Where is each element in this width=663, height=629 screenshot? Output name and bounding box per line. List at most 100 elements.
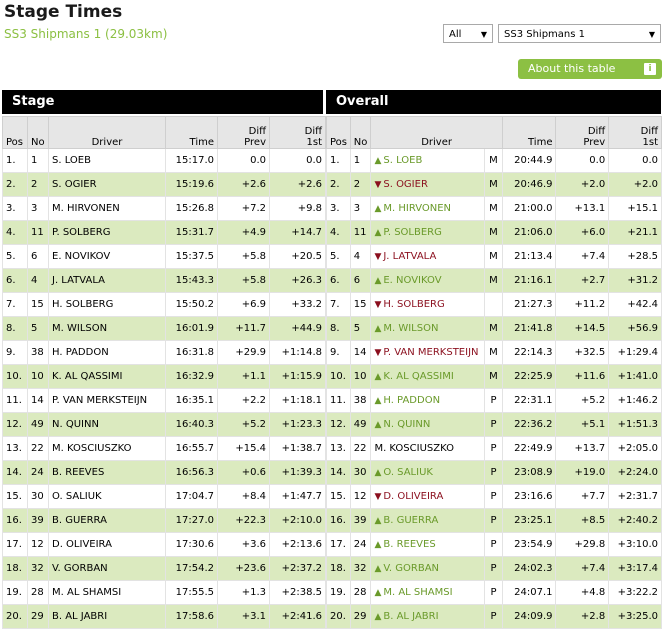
cell-no: 12	[349, 484, 372, 509]
cell-no: 29	[27, 604, 49, 629]
cell-prev: +4.8	[555, 580, 610, 605]
cell-time: 21:06.0	[501, 220, 557, 245]
driver-name: S. OGIER	[383, 179, 428, 190]
cell-driver[interactable]: B. REEVES	[48, 460, 166, 485]
cell-first: +2:41.6	[269, 604, 326, 629]
cell-driver[interactable]: M. KOSCIUSZKO	[370, 436, 486, 461]
overall-times-table: Pos No Driver Time Diff Prev Diff 1st 1. 1 ▲…	[326, 116, 662, 629]
cell-driver[interactable]: ▲ M. WILSON	[370, 316, 486, 341]
cell-driver[interactable]: ▲ V. GORBAN	[370, 556, 486, 581]
cell-time: 24:07.1	[501, 580, 557, 605]
col-driver[interactable]: Driver	[48, 116, 166, 149]
cell-no: 15	[349, 292, 372, 317]
cell-driver[interactable]: ▲ S. LOEB	[370, 148, 486, 173]
cell-driver[interactable]: ▲ P. SOLBERG	[370, 220, 486, 245]
cell-no: 22	[349, 436, 372, 461]
cell-prev: +29.8	[555, 532, 610, 557]
cell-driver[interactable]: S. LOEB	[48, 148, 166, 173]
col-no[interactable]: No	[349, 116, 372, 149]
table-row: 19. 28 ▲ M. AL SHAMSI P 24:07.1 +4.8 +3:22.2	[326, 580, 662, 605]
col-diff-prev[interactable]: Diff Prev	[555, 116, 610, 149]
cell-no: 1	[349, 148, 372, 173]
cell-driver[interactable]: ▲ M. AL SHAMSI	[370, 580, 486, 605]
cell-first: +2:31.7	[608, 484, 662, 509]
cell-driver[interactable]: K. AL QASSIMI	[48, 364, 166, 389]
col-time[interactable]: Time	[501, 116, 557, 149]
cell-driver[interactable]: M. AL SHAMSI	[48, 580, 166, 605]
cell-driver[interactable]: ▲ K. AL QASSIMI	[370, 364, 486, 389]
col-diff-1st[interactable]: Diff 1st	[608, 116, 662, 149]
cell-driver[interactable]: ▼ H. SOLBERG	[370, 292, 486, 317]
about-table-button[interactable]: About this table i	[518, 59, 662, 79]
cell-prev: +13.7	[555, 436, 610, 461]
cell-class: P	[484, 604, 503, 629]
cell-driver[interactable]: P. VAN MERKSTEIJN	[48, 388, 166, 413]
cell-driver[interactable]: O. SALIUK	[48, 484, 166, 509]
cell-driver[interactable]: B. AL JABRI	[48, 604, 166, 629]
cell-driver[interactable]: ▼ J. LATVALA	[370, 244, 486, 269]
col-pos[interactable]: Pos	[326, 116, 351, 149]
cell-first: +1:18.1	[269, 388, 326, 413]
cell-driver[interactable]: ▼ D. OLIVEIRA	[370, 484, 486, 509]
arrow-up-icon: ▲	[374, 156, 382, 166]
cell-driver[interactable]: ▼ S. OGIER	[370, 172, 486, 197]
col-driver[interactable]: Driver	[370, 116, 503, 149]
cell-driver[interactable]: ▼ P. VAN MERKSTEIJN	[370, 340, 486, 365]
cell-driver[interactable]: H. PADDON	[48, 340, 166, 365]
arrow-up-icon: ▲	[374, 588, 382, 598]
cell-driver[interactable]: ▲ H. PADDON	[370, 388, 486, 413]
group-select[interactable]: All ▼	[443, 24, 493, 43]
table-row: 6. 6 ▲ E. NOVIKOV M 21:16.1 +2.7 +31.2	[326, 268, 662, 293]
col-no[interactable]: No	[27, 116, 49, 149]
table-row: 7. 15 ▼ H. SOLBERG 21:27.3 +11.2 +42.4	[326, 292, 662, 317]
driver-name: B. REEVES	[383, 539, 436, 550]
cell-time: 22:36.2	[501, 412, 557, 437]
cell-driver[interactable]: P. SOLBERG	[48, 220, 166, 245]
cell-class: P	[484, 388, 503, 413]
cell-driver[interactable]: M. HIRVONEN	[48, 196, 166, 221]
cell-driver[interactable]: ▲ N. QUINN	[370, 412, 486, 437]
cell-driver[interactable]: ▲ O. SALIUK	[370, 460, 486, 485]
cell-no: 38	[349, 388, 372, 413]
cell-pos: 19.	[2, 580, 28, 605]
cell-first: +14.7	[269, 220, 326, 245]
cell-driver[interactable]: J. LATVALA	[48, 268, 166, 293]
cell-time: 21:13.4	[501, 244, 557, 269]
cell-driver[interactable]: ▲ M. HIRVONEN	[370, 196, 486, 221]
cell-prev: +2.0	[555, 172, 610, 197]
table-row: 1. 1 S. LOEB 15:17.0 0.0 0.0	[2, 148, 326, 173]
cell-driver[interactable]: ▲ E. NOVIKOV	[370, 268, 486, 293]
cell-driver[interactable]: M. WILSON	[48, 316, 166, 341]
cell-driver[interactable]: D. OLIVEIRA	[48, 532, 166, 557]
cell-driver[interactable]: ▲ B. GUERRA	[370, 508, 486, 533]
driver-name: B. GUERRA	[383, 515, 439, 526]
cell-first: +26.3	[269, 268, 326, 293]
driver-name: D. OLIVEIRA	[383, 491, 444, 502]
cell-driver[interactable]: H. SOLBERG	[48, 292, 166, 317]
cell-no: 38	[27, 340, 49, 365]
table-row: 16. 39 ▲ B. GUERRA P 23:25.1 +8.5 +2:40.2	[326, 508, 662, 533]
stage-select[interactable]: SS3 Shipmans 1 ▼	[498, 24, 661, 43]
cell-driver[interactable]: N. QUINN	[48, 412, 166, 437]
cell-pos: 12.	[326, 412, 351, 437]
cell-first: +2:13.6	[269, 532, 326, 557]
cell-driver[interactable]: ▲ B. REEVES	[370, 532, 486, 557]
cell-driver[interactable]: V. GORBAN	[48, 556, 166, 581]
cell-time: 17:58.6	[165, 604, 218, 629]
cell-driver[interactable]: ▲ B. AL JABRI	[370, 604, 486, 629]
col-pos[interactable]: Pos	[2, 116, 28, 149]
cell-pos: 6.	[2, 268, 28, 293]
col-diff-1st[interactable]: Diff 1st	[269, 116, 326, 149]
cell-pos: 5.	[2, 244, 28, 269]
cell-time: 23:54.9	[501, 532, 557, 557]
cell-driver[interactable]: S. OGIER	[48, 172, 166, 197]
cell-no: 6	[27, 244, 49, 269]
cell-prev: +7.4	[555, 556, 610, 581]
cell-driver[interactable]: M. KOSCIUSZKO	[48, 436, 166, 461]
cell-driver[interactable]: E. NOVIKOV	[48, 244, 166, 269]
cell-driver[interactable]: B. GUERRA	[48, 508, 166, 533]
col-diff-prev[interactable]: Diff Prev	[217, 116, 270, 149]
cell-prev: 0.0	[555, 148, 610, 173]
col-time[interactable]: Time	[165, 116, 218, 149]
arrow-down-icon: ▼	[374, 348, 382, 358]
